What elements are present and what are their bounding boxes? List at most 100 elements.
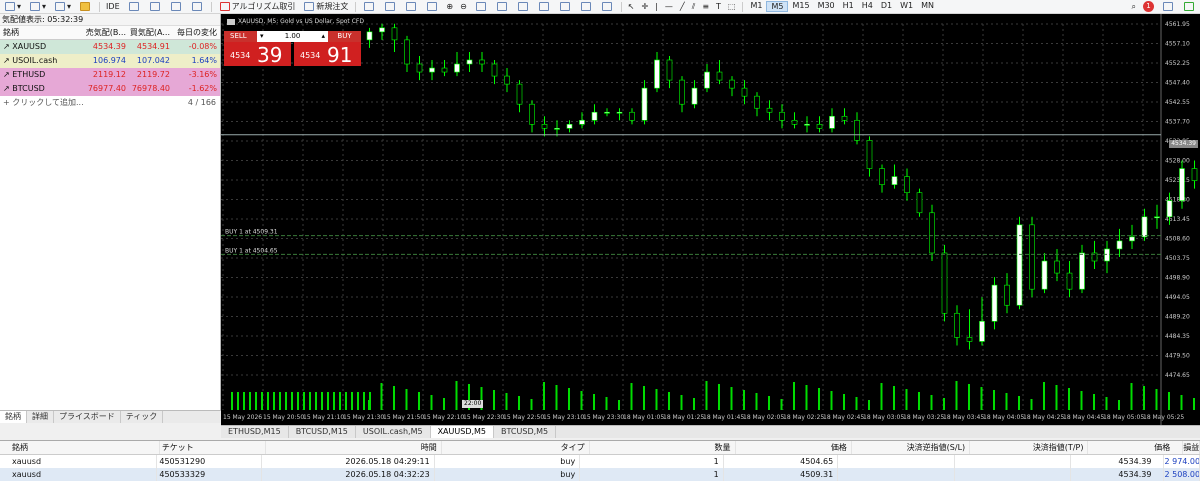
chart-tab[interactable]: USOIL.cash,M5 <box>356 426 431 438</box>
line-tool-icon[interactable]: ▾ <box>0 1 24 13</box>
market-watch-tab[interactable]: 銘柄 <box>0 411 27 423</box>
search-icon[interactable]: ⌕ <box>1129 1 1139 13</box>
volume-bar <box>943 398 945 410</box>
new-order-button[interactable]: 新規注文 <box>299 1 351 13</box>
trade-header-cell[interactable]: チケット <box>160 441 267 454</box>
vertical-line-icon[interactable]: | <box>652 1 661 13</box>
timeframe-m5[interactable]: M5 <box>766 1 789 12</box>
add-symbol-row[interactable]: + クリックして追加... 4 / 166 <box>0 96 220 110</box>
timeframe-h1[interactable]: H1 <box>839 1 858 12</box>
price-chart[interactable]: 4561.95 4557.10 4552.25 4547.40 4542.55 4537.… <box>221 14 1200 425</box>
trade-header-cell[interactable]: 時間 <box>266 441 442 454</box>
header-symbol[interactable]: 銘柄 <box>0 26 84 39</box>
trade-header-cell[interactable]: 数量 <box>590 441 736 454</box>
shift-icon[interactable] <box>513 1 533 13</box>
candle-body <box>666 59 673 81</box>
template-icon[interactable]: ▾ <box>25 1 49 13</box>
chart-add-icon[interactable]: ▾ <box>50 1 74 13</box>
signal-icon[interactable] <box>145 1 165 13</box>
symbol-cell: ↗ XAUUSD <box>3 42 47 51</box>
timeframe-mn[interactable]: MN <box>917 1 938 12</box>
line-chart-icon[interactable] <box>422 1 442 13</box>
timeframe-d1[interactable]: D1 <box>877 1 896 12</box>
chart-tab[interactable]: BTCUSD,M15 <box>289 426 356 438</box>
market-watch-tab[interactable]: プライスボード <box>54 411 121 423</box>
period-icon[interactable] <box>555 1 575 13</box>
buy-price-box[interactable]: 4534 91 <box>294 42 361 67</box>
lot-increase-icon[interactable]: ▴ <box>321 31 325 42</box>
candle-body <box>729 79 735 89</box>
lot-size-input[interactable]: ▾ 1.00 ▴ <box>257 31 328 42</box>
cursor-icon[interactable]: ↖ <box>625 1 638 13</box>
volume-bar <box>1005 393 1008 410</box>
market-watch-tab[interactable]: ティック <box>121 411 164 423</box>
zoom-out-icon[interactable]: ⊖ <box>457 1 470 13</box>
market-watch-list: ↗ XAUUSD 4534.39 4534.91 -0.08% ↗ USOIL.cash… <box>0 40 220 96</box>
volume-bar <box>730 387 733 410</box>
lot-decrease-icon[interactable]: ▾ <box>260 31 264 42</box>
ide-button[interactable]: IDE <box>103 1 123 13</box>
market-watch-row[interactable]: ↗ ETHUSD 2119.12 2119.72 -3.16% <box>0 68 220 82</box>
volume-bar <box>1068 388 1070 410</box>
trade-header-cell[interactable]: タイプ <box>442 441 590 454</box>
bar-chart-icon[interactable] <box>380 1 400 13</box>
timeframe-w1[interactable]: W1 <box>896 1 917 12</box>
market-watch-row[interactable]: ↗ BTCUSD 76977.40 76978.40 -1.62% <box>0 82 220 96</box>
trade-header-cell[interactable]: 銘柄 <box>0 441 160 454</box>
crosshair-icon[interactable]: ✛ <box>639 1 652 13</box>
candle-body <box>929 212 935 254</box>
chart-tab[interactable]: BTCUSD,M5 <box>494 426 557 438</box>
indicator-icon[interactable] <box>534 1 554 13</box>
header-change[interactable]: 毎日の変化 <box>172 26 220 39</box>
time-axis-label: 18 May 01:45 <box>703 414 744 421</box>
buy-button[interactable]: BUY <box>328 31 361 42</box>
screenshot-icon[interactable] <box>597 1 617 13</box>
trade-header-cell[interactable]: 価格 <box>1088 441 1184 454</box>
timeframe-m30[interactable]: M30 <box>814 1 839 12</box>
timeframe-h4[interactable]: H4 <box>858 1 877 12</box>
template-save-icon[interactable] <box>576 1 596 13</box>
text-icon[interactable]: T <box>713 1 724 13</box>
header-ask[interactable]: 買気配(A... <box>128 26 172 39</box>
volume-bar <box>630 383 633 410</box>
trade-header-cell[interactable]: 損益 <box>1183 441 1200 454</box>
trade-header-cell[interactable]: 価格 <box>736 441 852 454</box>
trend-icon[interactable] <box>359 1 379 13</box>
chart-tab[interactable]: ETHUSD,M15 <box>221 426 289 438</box>
account-icon[interactable] <box>1179 1 1199 13</box>
trade-header-cell[interactable]: 決済逆指値(S/L) <box>852 441 971 454</box>
header-bid[interactable]: 売気配(B... <box>84 26 128 39</box>
chart-tab[interactable]: XAUUSD,M5 <box>430 426 495 438</box>
channel-icon[interactable]: ⫽ <box>689 1 699 13</box>
horizontal-line-icon[interactable]: — <box>662 1 676 13</box>
current-price-tag: 4534.39 <box>1169 140 1198 148</box>
chat-icon[interactable] <box>1158 1 1178 13</box>
timeframe-m15[interactable]: M15 <box>788 1 813 12</box>
market-watch-row[interactable]: ↗ USOIL.cash 106.974 107.042 1.64% <box>0 54 220 68</box>
shapes-icon[interactable]: ⬚ <box>725 1 739 13</box>
trade-row[interactable]: xauusd 450533329 2026.05.18 04:32:23 buy 1 45… <box>0 468 1200 481</box>
sell-price-box[interactable]: 4534 39 <box>224 42 291 67</box>
trade-header-cell[interactable]: 決済指値(T/P) <box>970 441 1089 454</box>
market-watch-row[interactable]: ↗ XAUUSD 4534.39 4534.91 -0.08% <box>0 40 220 54</box>
candle-body <box>566 124 573 129</box>
trendline-icon[interactable]: ╱ <box>677 1 688 13</box>
timeframe-m1[interactable]: M1 <box>746 1 766 12</box>
volume-bar <box>905 389 908 410</box>
volume-bar <box>693 398 695 410</box>
trade-row[interactable]: xauusd 450531290 2026.05.18 04:29:11 buy 1 45… <box>0 455 1200 468</box>
candle-body <box>1054 260 1060 274</box>
candle-chart-icon[interactable] <box>401 1 421 13</box>
tile-icon[interactable] <box>471 1 491 13</box>
coin-icon[interactable] <box>75 1 95 13</box>
fibo-icon[interactable]: ≡ <box>699 1 712 13</box>
history-icon[interactable] <box>124 1 144 13</box>
algo-trading-button[interactable]: アルゴリズム取引 <box>215 1 299 13</box>
cloud-icon[interactable] <box>166 1 186 13</box>
sell-button[interactable]: SELL <box>224 31 257 42</box>
vps-icon[interactable] <box>187 1 207 13</box>
scroll-icon[interactable] <box>492 1 512 13</box>
notification-icon[interactable]: 1 <box>1140 1 1157 13</box>
zoom-in-icon[interactable]: ⊕ <box>443 1 456 13</box>
market-watch-tab[interactable]: 詳細 <box>27 411 54 423</box>
